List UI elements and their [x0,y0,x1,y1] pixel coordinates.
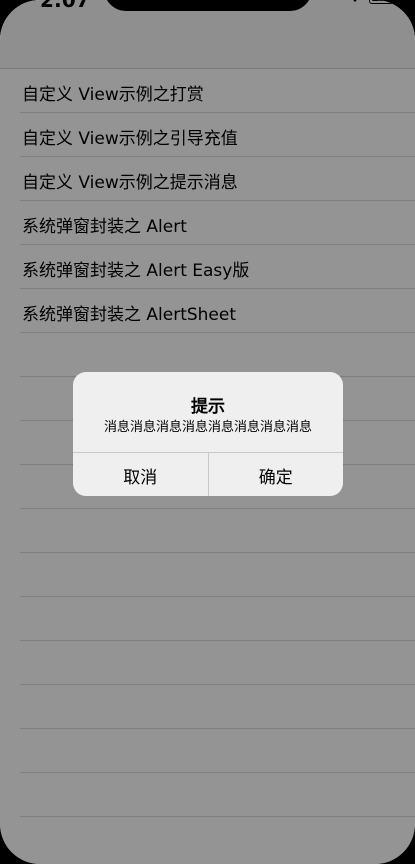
alert-message: 消息消息消息消息消息消息消息消息 [103,420,312,435]
alert-title: 提示 [191,397,225,417]
confirm-button[interactable]: 确定 [209,453,344,496]
alert-dialog: 提示 消息消息消息消息消息消息消息消息 取消 确定 [73,372,343,496]
alert-actions: 取消 确定 [73,452,343,496]
phone-screen: 2:07 自定义 View示例之打赏 自定义 View示例之引导充值 自定义 Vie… [0,0,415,864]
cancel-button[interactable]: 取消 [73,453,209,496]
